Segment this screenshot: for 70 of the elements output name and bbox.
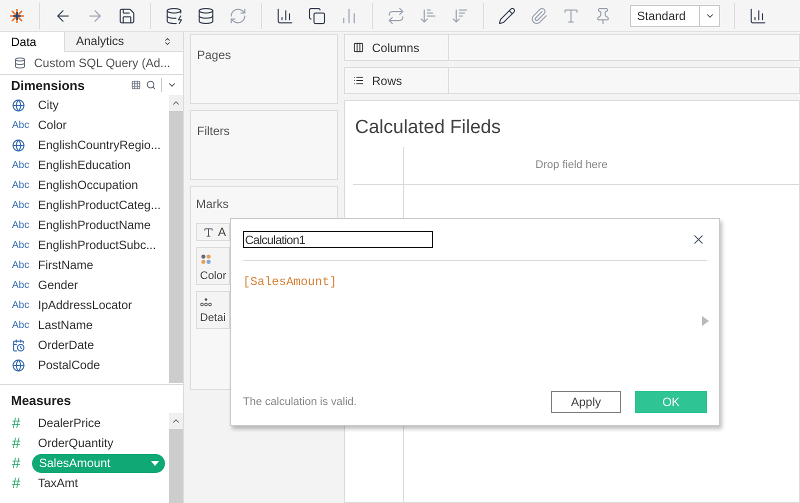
calculation-name-field[interactable]: Calculation1 xyxy=(243,231,433,248)
text-icon xyxy=(203,226,214,238)
shelf-label: Rows xyxy=(372,72,402,90)
scrollbar[interactable] xyxy=(169,95,183,384)
mark-type-dropdown[interactable]: A xyxy=(196,223,230,241)
shelf-label: Columns xyxy=(372,40,420,56)
paperclip-icon[interactable] xyxy=(530,6,548,24)
string-type-icon: Abc xyxy=(12,238,30,253)
string-type-icon: Abc xyxy=(12,178,30,193)
pencil-icon[interactable] xyxy=(498,6,516,24)
string-type-icon: Abc xyxy=(12,278,30,293)
field-item[interactable]: PostalCode xyxy=(38,356,100,374)
field-item[interactable]: Gender xyxy=(38,276,78,294)
card-title: Marks xyxy=(196,196,230,213)
duplicate-icon[interactable] xyxy=(308,6,326,24)
card-title: Filters xyxy=(197,124,230,138)
color-dots-icon xyxy=(200,254,212,264)
field-item[interactable]: EnglishProductCateg... xyxy=(38,196,161,214)
field-item[interactable]: EnglishProductName xyxy=(38,216,151,234)
field-item[interactable]: EnglishOccupation xyxy=(38,176,138,194)
number-type-icon: # xyxy=(12,416,20,430)
mark-button[interactable]: Color xyxy=(196,247,230,285)
rows-icon xyxy=(353,75,364,86)
section-title: Measures xyxy=(10,392,72,410)
string-type-icon: Abc xyxy=(12,218,30,233)
field-item[interactable]: EnglishEducation xyxy=(38,156,131,174)
save-icon[interactable] xyxy=(118,6,136,24)
scrollbar[interactable] xyxy=(169,413,183,503)
field-item[interactable]: EnglishProductSubc... xyxy=(38,236,156,254)
drop-hint: Drop field here xyxy=(535,158,609,174)
mark-button[interactable]: Detai xyxy=(196,291,230,329)
field-item[interactable]: DealerPrice xyxy=(38,414,101,432)
section-title: Dimensions xyxy=(11,76,85,95)
search-icon[interactable] xyxy=(146,80,156,90)
number-type-icon: # xyxy=(12,476,20,490)
card-title: Pages xyxy=(197,48,232,62)
number-type-icon: # xyxy=(12,436,20,450)
field-item[interactable]: OrderDate xyxy=(38,336,94,354)
app-logo-icon[interactable] xyxy=(9,8,25,24)
database-icon xyxy=(14,56,26,69)
apply-button[interactable]: Apply xyxy=(551,391,621,413)
detail-dots-icon xyxy=(200,298,212,307)
caret-icon xyxy=(163,36,172,46)
field-item[interactable]: TaxAmt xyxy=(38,474,78,492)
globe-icon xyxy=(12,98,25,112)
number-type-icon: # xyxy=(12,456,20,470)
calendar-icon xyxy=(12,338,25,352)
grid-icon[interactable] xyxy=(131,80,141,90)
string-type-icon: Abc xyxy=(12,258,30,273)
string-type-icon: Abc xyxy=(12,198,30,213)
field-item[interactable]: IpAddressLocator xyxy=(38,296,132,314)
columns-icon xyxy=(353,42,364,53)
string-type-icon: Abc xyxy=(12,118,30,133)
globe-icon xyxy=(12,358,25,372)
validation-message: The calculation is valid. xyxy=(243,394,357,410)
view-size-dropdown[interactable]: Standard xyxy=(630,4,720,26)
string-type-icon: Abc xyxy=(12,158,30,173)
field-item[interactable]: LastName xyxy=(38,316,93,334)
string-type-icon: Abc xyxy=(12,318,30,333)
data-source-name[interactable]: Custom SQL Query (Ad... xyxy=(34,54,170,72)
field-item[interactable]: OrderQuantity xyxy=(38,434,114,452)
sheet-title: Calculated Fileds xyxy=(354,116,502,140)
caret-icon xyxy=(151,460,159,466)
string-type-icon: Abc xyxy=(12,298,30,313)
globe-icon xyxy=(12,138,25,152)
field-item[interactable]: City xyxy=(38,96,59,114)
field-item[interactable]: FirstName xyxy=(38,256,94,274)
pane-tab[interactable]: Analytics xyxy=(64,32,183,52)
field-item[interactable]: Color xyxy=(38,116,67,134)
field-item[interactable]: EnglishCountryRegio... xyxy=(38,136,161,154)
